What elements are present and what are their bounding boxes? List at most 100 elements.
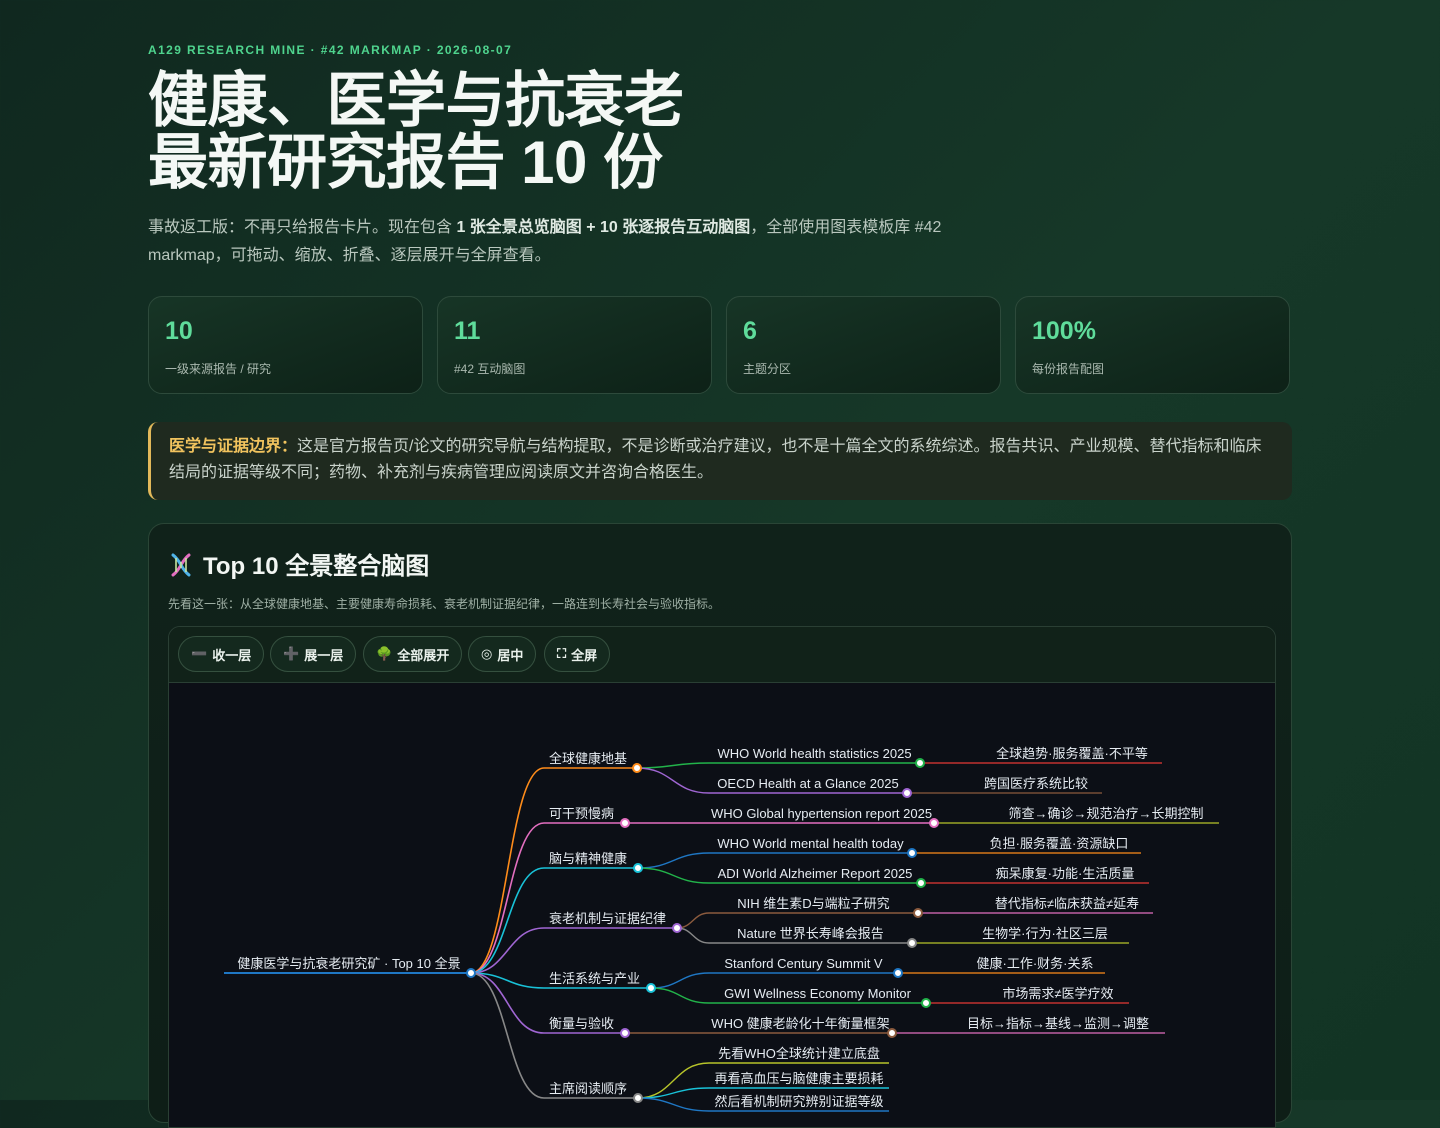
- branch-node-dot: [620, 1028, 630, 1038]
- intro-pre: 事故返工版：不再只给报告卡片。现在包含: [148, 219, 457, 236]
- branch-node-dot: [632, 763, 642, 773]
- child-node-label: WHO Global hypertension report 2025: [711, 806, 932, 821]
- root-node-label: 健康医学与抗衰老研究矿 · Top 10 全景: [237, 956, 460, 971]
- child-node-dot: [902, 788, 912, 798]
- stat-card-coverage: 100% 每份报告配图: [1015, 296, 1290, 394]
- child-node-label: 再看高血压与脑健康主要损耗: [714, 1071, 883, 1086]
- stat-value: 100%: [1032, 317, 1096, 345]
- stat-label: 主题分区: [743, 362, 792, 376]
- panel-description: 先看这一张：从全球健康地基、主要健康寿命损耗、衰老机制证据纪律，一路连到长寿社会…: [168, 597, 721, 611]
- button-label: 展一层: [304, 647, 344, 663]
- branch-node-dot: [620, 818, 630, 828]
- intro-text: 事故返工版：不再只给报告卡片。现在包含 1 张全景总览脑图 + 10 张逐报告互…: [148, 214, 1008, 270]
- stat-label: #42 互动脑图: [454, 362, 526, 376]
- title-line-1: 健康、医学与抗衰老: [148, 67, 684, 134]
- root-node-dot: [466, 968, 476, 978]
- child-connector: [650, 987, 710, 1004]
- panel-title-text: Top 10 全景整合脑图: [203, 553, 430, 580]
- stat-label: 一级来源报告 / 研究: [165, 362, 272, 376]
- stat-card-mindmaps: 11 #42 互动脑图: [437, 296, 712, 394]
- leaf-node-label: 全球趋势·服务覆盖·不平等: [996, 746, 1148, 761]
- leaf-node-label: 筛查→确诊→规范治疗→长期控制: [1008, 806, 1203, 821]
- branch-node-label: 主席阅读顺序: [549, 1081, 627, 1096]
- child-connector: [637, 852, 710, 869]
- collapse-level-button[interactable]: ➖ 收一层: [178, 636, 265, 672]
- child-node-dot: [929, 818, 939, 828]
- leaf-node-label: 目标→指标→基线→监测→调整: [967, 1016, 1149, 1031]
- branch-connector: [470, 972, 545, 1099]
- panel-title: Top 10 全景整合脑图: [167, 546, 429, 581]
- leaf-node-label: 市场需求≠医学疗效: [1002, 986, 1113, 1001]
- child-connector: [636, 762, 710, 769]
- branch-connector: [470, 867, 545, 974]
- branch-node-dot: [672, 923, 682, 933]
- child-node-label: Nature 世界长寿峰会报告: [737, 926, 884, 941]
- branch-node-label: 脑与精神健康: [549, 851, 627, 866]
- child-node-label: GWI Wellness Economy Monitor: [724, 986, 912, 1001]
- stats-row: 10 一级来源报告 / 研究 11 #42 互动脑图 6 主题分区 100% 每…: [148, 296, 1292, 396]
- child-node-dot: [887, 1028, 897, 1038]
- mindmap-viewer[interactable]: ➖ 收一层 ➕ 展一层 🌳 全部展开 ◎ 居中 ⛶ 全屏 健康医学与抗衰老研究矿 · To…: [168, 626, 1276, 1128]
- stat-card-reports: 10 一级来源报告 / 研究: [148, 296, 423, 394]
- branch-node-dot: [633, 1093, 643, 1103]
- branch-node-dot: [633, 863, 643, 873]
- child-node-label: ADI World Alzheimer Report 2025: [718, 866, 913, 881]
- stat-value: 11: [454, 317, 481, 345]
- evidence-notice: 医学与证据边界：这是官方报告页/论文的研究导航与结构提取，不是诊断或治疗建议，也…: [148, 422, 1292, 500]
- child-node-label: 先看WHO全球统计建立底盘: [718, 1046, 880, 1061]
- center-button[interactable]: ◎ 居中: [468, 636, 537, 672]
- tree-icon: 🌳: [376, 646, 393, 661]
- button-label: 全部展开: [397, 647, 450, 663]
- leaf-node-label: 跨国医疗系统比较: [984, 776, 1088, 791]
- leaf-node-label: 健康·工作·财务·关系: [977, 956, 1094, 971]
- child-node-dot: [907, 848, 917, 858]
- button-label: 收一层: [212, 647, 252, 663]
- child-connector: [676, 912, 710, 929]
- expand-all-button[interactable]: 🌳 全部展开: [363, 636, 463, 672]
- branch-node-label: 生活系统与产业: [549, 971, 640, 986]
- branch-connector: [470, 767, 545, 974]
- mindmap-canvas[interactable]: 健康医学与抗衰老研究矿 · Top 10 全景 全球健康地基 WHO World h…: [169, 683, 1275, 1127]
- child-node-dot: [916, 878, 926, 888]
- leaf-node-label: 负担·服务覆盖·资源缺口: [990, 836, 1129, 851]
- overview-mindmap-panel: Top 10 全景整合脑图 先看这一张：从全球健康地基、主要健康寿命损耗、衰老机…: [148, 523, 1292, 1128]
- target-icon: ◎: [481, 646, 493, 661]
- child-node-dot: [921, 998, 931, 1008]
- stat-card-topics: 6 主题分区: [726, 296, 1001, 394]
- intro-bold: 1 张全景总览脑图 + 10 张逐报告互动脑图: [456, 219, 751, 236]
- child-connector: [676, 927, 710, 944]
- stat-value: 10: [165, 317, 193, 345]
- title-line-2: 最新研究报告 10 份: [148, 129, 663, 196]
- stat-value: 6: [743, 317, 757, 345]
- child-node-label: WHO World mental health today: [717, 836, 904, 851]
- child-node-dot: [913, 908, 923, 918]
- child-node-label: Stanford Century Summit V: [724, 956, 883, 971]
- child-connector: [650, 972, 710, 989]
- minus-icon: ➖: [191, 646, 208, 661]
- button-label: 居中: [497, 647, 524, 663]
- branch-node-label: 可干预慢病: [549, 806, 614, 821]
- leaf-node-label: 痴呆康复·功能·生活质量: [996, 866, 1135, 881]
- branch-connector: [470, 972, 545, 1034]
- branch-node-label: 全球健康地基: [549, 751, 627, 766]
- child-node-dot: [893, 968, 903, 978]
- leaf-node-label: 替代指标≠临床获益≠延寿: [995, 896, 1139, 911]
- mindmap-toolbar: ➖ 收一层 ➕ 展一层 🌳 全部展开 ◎ 居中 ⛶ 全屏: [169, 627, 1275, 683]
- expand-level-button[interactable]: ➕ 展一层: [270, 636, 357, 672]
- stat-label: 每份报告配图: [1032, 362, 1105, 376]
- dna-icon: [171, 553, 191, 577]
- eyebrow: A129 RESEARCH MINE · #42 MARKMAP · 2026-…: [148, 43, 513, 57]
- leaf-node-label: 生物学·行为·社区三层: [982, 926, 1108, 941]
- child-connector: [637, 867, 710, 884]
- branch-node-label: 衡量与验收: [549, 1016, 614, 1031]
- notice-lead: 医学与证据边界：: [169, 438, 298, 455]
- child-node-label: NIH 维生素D与端粒子研究: [737, 896, 889, 911]
- child-node-dot: [907, 938, 917, 948]
- fullscreen-button[interactable]: ⛶ 全屏: [544, 636, 611, 672]
- child-node-dot: [915, 758, 925, 768]
- child-node-label: WHO World health statistics 2025: [717, 746, 911, 761]
- notice-text: 这是官方报告页/论文的研究导航与结构提取，不是诊断或治疗建议，也不是十篇全文的系…: [169, 438, 1262, 481]
- branch-node-label: 衰老机制与证据纪律: [549, 911, 666, 926]
- fullscreen-icon: ⛶: [557, 646, 567, 661]
- child-node-label: OECD Health at a Glance 2025: [717, 776, 898, 791]
